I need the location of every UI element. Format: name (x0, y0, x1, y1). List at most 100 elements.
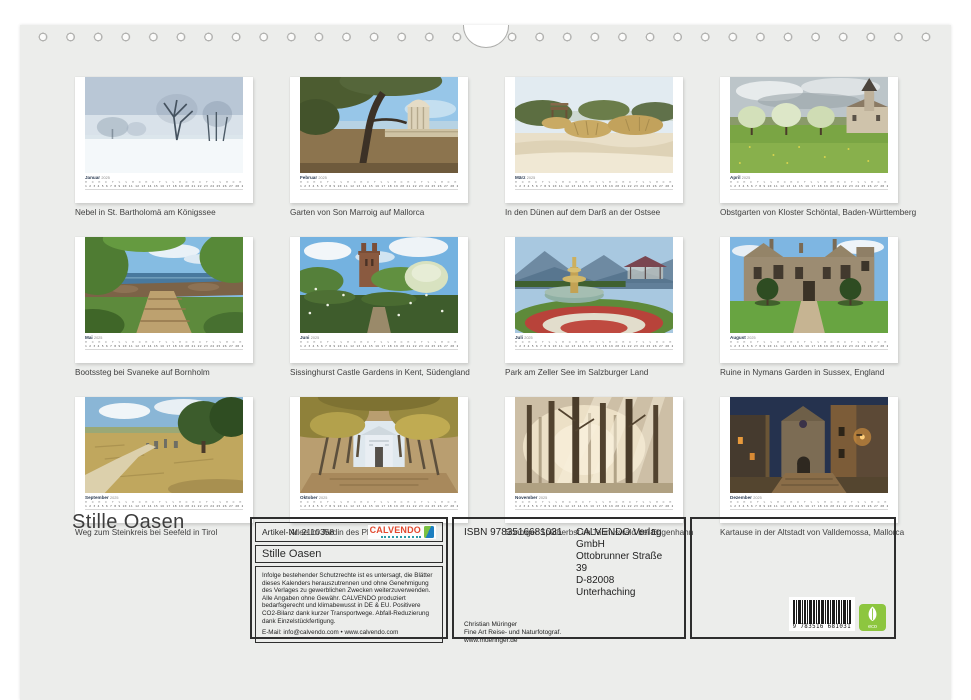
mini-year: 2025 (527, 176, 535, 180)
mini-date-row: 1 2 3 4 5 6 7 8 9 10 11 12 13 14 15 16 1… (730, 185, 888, 190)
mini-month-name: Juli (515, 335, 523, 340)
mini-year: 2025 (747, 336, 755, 340)
photo-december-valldemossa-night (730, 397, 888, 493)
photo-july-fountain-park (515, 237, 673, 333)
mini-date-row: 1 2 3 4 5 6 7 8 9 10 11 12 13 14 15 16 1… (515, 185, 673, 190)
calvendo-tagline (381, 536, 421, 538)
author-name: Christian Müringer (464, 621, 674, 629)
caption-april: Obstgarten von Kloster Schöntal, Baden-W… (720, 208, 898, 218)
mini-calendar-august: August 2025 M D M D F S S M D M D F S S … (730, 335, 888, 350)
mini-month-name: August (730, 335, 746, 340)
month-cell-december: Dezember 2025 M D M D F S S M D M D F S … (720, 388, 898, 538)
mini-calendar-june: Juni 2025 M D M D F S S M D M D F S S M … (300, 335, 458, 350)
caption-july: Park am Zeller See im Salzburger Land (505, 368, 683, 378)
caption-january: Nebel in St. Bartholomä am Königssee (75, 208, 253, 218)
publisher-name: CALVENDO Verlag GmbH (576, 527, 674, 551)
mini-calendar-february: Februar 2025 M D M D F S S M D M D F S S… (300, 175, 458, 190)
photo-february-son-marroig (300, 77, 458, 173)
month-card-january: Januar 2025 M D M D F S S M D M D F S S … (75, 77, 253, 203)
caption-march: In den Dünen auf dem Darß an der Ostsee (505, 208, 683, 218)
mini-date-row: 1 2 3 4 5 6 7 8 9 10 11 12 13 14 15 16 1… (300, 505, 458, 510)
mini-calendar-july: Juli 2025 M D M D F S S M D M D F S S M … (515, 335, 673, 350)
photo-january-winter-fog (85, 77, 243, 173)
mini-year: 2025 (94, 336, 102, 340)
calvendo-wordmark: CALVENDO (370, 526, 421, 535)
mini-date-row: 1 2 3 4 5 6 7 8 9 10 11 12 13 14 15 16 1… (730, 345, 888, 350)
author-block: Christian Müringer Fine Art Reise- und N… (464, 621, 674, 645)
mini-month-name: April (730, 175, 740, 180)
eco-label: eco (859, 624, 886, 631)
month-cell-november: November 2025 M D M D F S S M D M D F S … (505, 388, 683, 538)
mini-month-name: Juni (300, 335, 309, 340)
mini-year: 2025 (319, 496, 327, 500)
photo-march-dunes (515, 77, 673, 173)
month-cell-june: Juni 2025 M D M D F S S M D M D F S S M … (290, 228, 468, 378)
eco-logo: eco (859, 604, 886, 631)
contact-line: E-Mail: info@calvendo.com • www.calvendo… (262, 629, 436, 637)
caption-june: Sissinghurst Castle Gardens in Kent, Süd… (290, 368, 468, 378)
calendar-back-page: Januar 2025 M D M D F S S M D M D F S S … (0, 0, 971, 700)
mini-month-name: November (515, 495, 537, 500)
info-box: Artikel-Nr. 2110358 CALVENDO Stille Oase… (250, 517, 448, 639)
mini-year: 2025 (318, 176, 326, 180)
calendar-title: Stille Oasen (72, 511, 185, 534)
month-thumbnails-grid: Januar 2025 M D M D F S S M D M D F S S … (75, 68, 899, 538)
photo-august-nymans-ruins (730, 237, 888, 333)
mini-date-row: 1 2 3 4 5 6 7 8 9 10 11 12 13 14 15 16 1… (85, 345, 243, 350)
mini-calendar-october: Oktober 2025 M D M D F S S M D M D F S S… (300, 495, 458, 510)
mini-calendar-may: Mai 2025 M D M D F S S M D M D F S S M D… (85, 335, 243, 350)
barcode-number: 9 783516 681031 (793, 624, 851, 631)
calendar-title-cell: Stille Oasen (255, 545, 443, 563)
mini-month-name: Mai (85, 335, 93, 340)
article-number-cell: Artikel-Nr. 2110358 CALVENDO (255, 522, 443, 542)
isbn: ISBN 9783516681031 (464, 527, 564, 599)
mini-calendar-november: November 2025 M D M D F S S M D M D F S … (515, 495, 673, 510)
month-card-september: September 2025 M D M D F S S M D M D F S… (75, 397, 253, 523)
legal-text: Infolge bestehender Schutzrechte ist es … (262, 572, 436, 625)
month-card-december: Dezember 2025 M D M D F S S M D M D F S … (720, 397, 898, 523)
month-cell-january: Januar 2025 M D M D F S S M D M D F S S … (75, 68, 253, 218)
month-cell-october: Oktober 2025 M D M D F S S M D M D F S S… (290, 388, 468, 538)
month-card-october: Oktober 2025 M D M D F S S M D M D F S S… (290, 397, 468, 523)
mini-calendar-april: April 2025 M D M D F S S M D M D F S S M… (730, 175, 888, 190)
month-card-august: August 2025 M D M D F S S M D M D F S S … (720, 237, 898, 363)
month-card-march: März 2025 M D M D F S S M D M D F S S M … (505, 77, 683, 203)
caption-may: Bootssteg bei Svaneke auf Bornholm (75, 368, 253, 378)
author-role: Fine Art Reise- und Naturfotograf. (464, 629, 674, 637)
mini-calendar-january: Januar 2025 M D M D F S S M D M D F S S … (85, 175, 243, 190)
month-cell-march: März 2025 M D M D F S S M D M D F S S M … (505, 68, 683, 218)
month-card-february: Februar 2025 M D M D F S S M D M D F S S… (290, 77, 468, 203)
mini-year: 2025 (539, 496, 547, 500)
photo-november-forest-sunrays (515, 397, 673, 493)
mini-date-row: 1 2 3 4 5 6 7 8 9 10 11 12 13 14 15 16 1… (300, 185, 458, 190)
mini-month-name: Februar (300, 175, 317, 180)
month-card-may: Mai 2025 M D M D F S S M D M D F S S M D… (75, 237, 253, 363)
mini-month-name: Oktober (300, 495, 318, 500)
barcode-box: 9 783516 681031 eco (690, 517, 896, 639)
mini-date-row: 1 2 3 4 5 6 7 8 9 10 11 12 13 14 15 16 1… (515, 505, 673, 510)
mini-month-name: März (515, 175, 525, 180)
mini-date-row: 1 2 3 4 5 6 7 8 9 10 11 12 13 14 15 16 1… (85, 185, 243, 190)
month-cell-may: Mai 2025 M D M D F S S M D M D F S S M D… (75, 228, 253, 378)
mini-calendar-march: März 2025 M D M D F S S M D M D F S S M … (515, 175, 673, 190)
mini-year: 2025 (753, 496, 761, 500)
legal-text-cell: Infolge bestehender Schutzrechte ist es … (255, 566, 443, 643)
mini-date-row: 1 2 3 4 5 6 7 8 9 10 11 12 13 14 15 16 1… (515, 345, 673, 350)
publisher-box: ISBN 9783516681031 CALVENDO Verlag GmbH … (452, 517, 686, 639)
mini-year: 2025 (742, 176, 750, 180)
month-cell-february: Februar 2025 M D M D F S S M D M D F S S… (290, 68, 468, 218)
mini-year: 2025 (524, 336, 532, 340)
month-card-november: November 2025 M D M D F S S M D M D F S … (505, 397, 683, 523)
mini-year: 2025 (311, 336, 319, 340)
calvendo-flag-icon (424, 526, 434, 538)
photo-october-tree-avenue (300, 397, 458, 493)
mini-month-name: Januar (85, 175, 100, 180)
mini-date-row: 1 2 3 4 5 6 7 8 9 10 11 12 13 14 15 16 1… (300, 345, 458, 350)
publisher-street: Ottobrunner Straße 39 (576, 551, 674, 575)
mini-year: 2025 (101, 176, 109, 180)
mini-month-name: September (85, 495, 109, 500)
month-cell-august: August 2025 M D M D F S S M D M D F S S … (720, 228, 898, 378)
calvendo-logo: CALVENDO (368, 525, 436, 539)
caption-february: Garten von Son Marroig auf Mallorca (290, 208, 468, 218)
month-card-july: Juli 2025 M D M D F S S M D M D F S S M … (505, 237, 683, 363)
